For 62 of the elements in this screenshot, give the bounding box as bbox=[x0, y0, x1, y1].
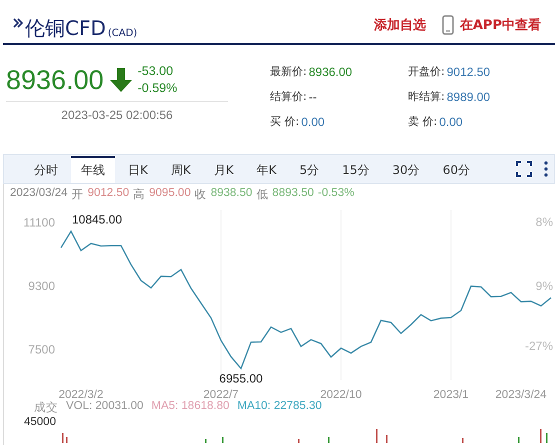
quote-time: 2023-03-25 02:00:56 bbox=[60, 108, 174, 122]
field-value: 9012.50 bbox=[446, 64, 490, 78]
x-axis-label: 2022/7 bbox=[203, 389, 239, 400]
period-tab[interactable]: 15分 bbox=[332, 156, 380, 183]
field-value: 8936.00 bbox=[308, 64, 352, 78]
summary-text: 2023/03/24 bbox=[10, 187, 68, 201]
summary-text: 低 bbox=[256, 188, 268, 203]
summary-text: 收 bbox=[194, 188, 207, 203]
percent-axis-label: 9% bbox=[536, 279, 553, 293]
summary-text: -0.53% bbox=[318, 187, 354, 201]
x-axis-label: 2023/3/24 bbox=[495, 389, 547, 400]
field-label: 结算价: bbox=[270, 89, 307, 104]
y-axis-label: 11100 bbox=[23, 215, 55, 230]
field-label: 昨结算: bbox=[408, 89, 445, 104]
period-tab[interactable]: 5分 bbox=[290, 156, 330, 183]
field-value: -- bbox=[308, 90, 317, 104]
summary-text: 高 bbox=[133, 187, 146, 203]
header-link[interactable]: 在APP中查看 bbox=[460, 16, 541, 34]
x-axis-label: 2022/10 bbox=[320, 389, 362, 400]
phone-icon bbox=[442, 15, 454, 35]
ma10-value: MA10: 22785.30 bbox=[237, 400, 322, 414]
period-tab[interactable]: 年K bbox=[246, 156, 286, 183]
x-axis-label: 2023/1 bbox=[433, 389, 469, 400]
field-label: 买 价: bbox=[270, 114, 300, 129]
volume-axis-label: 45000 bbox=[23, 415, 57, 429]
y-axis-label: 7500 bbox=[28, 342, 55, 356]
header-link[interactable]: 添加自选 bbox=[374, 16, 426, 34]
last-price: 8936.00 bbox=[6, 64, 104, 96]
field-label: 最新价: bbox=[270, 64, 307, 79]
extreme-price-label: 10845.00 bbox=[72, 212, 122, 226]
period-tab[interactable]: 30分 bbox=[382, 156, 430, 183]
summary-text: 8893.50 bbox=[272, 187, 314, 201]
summary-text: 9095.00 bbox=[149, 187, 191, 201]
period-tab[interactable]: 月K bbox=[204, 156, 244, 183]
ma5-value: MA5: 18618.80 bbox=[151, 400, 230, 414]
double-chevron-icon bbox=[13, 18, 23, 28]
x-axis-label: 2022/3/2 bbox=[58, 389, 104, 400]
field-label: 卖 价: bbox=[408, 114, 438, 129]
period-tab[interactable]: 周K bbox=[160, 156, 201, 183]
period-tab[interactable]: 年线 bbox=[71, 156, 115, 183]
fullscreen-icon[interactable] bbox=[516, 161, 532, 177]
field-value: 0.00 bbox=[439, 114, 463, 128]
percent-axis-label: -27% bbox=[524, 339, 553, 353]
period-tab[interactable]: 60分 bbox=[432, 156, 480, 183]
field-value: 8989.00 bbox=[446, 90, 490, 104]
instrument-title: 伦铜CFD bbox=[25, 16, 106, 40]
field-value: 0.00 bbox=[301, 114, 325, 128]
percent-change: -0.59% bbox=[138, 80, 178, 97]
summary-text: 9012.50 bbox=[88, 187, 130, 201]
y-axis-label: 9300 bbox=[28, 278, 55, 293]
instrument-code: (CAD) bbox=[108, 28, 138, 39]
summary-text: 8938.50 bbox=[210, 187, 252, 201]
price-change: -53.00 bbox=[138, 62, 174, 80]
more-icon[interactable] bbox=[544, 161, 548, 177]
percent-axis-label: 8% bbox=[536, 215, 553, 229]
extreme-price-label: 6955.00 bbox=[219, 371, 263, 386]
field-label: 开盘价: bbox=[408, 64, 445, 79]
summary-text: 开 bbox=[72, 188, 84, 203]
volume-value: VOL: 20031.00 bbox=[66, 400, 144, 414]
volume-title: 成交 bbox=[34, 400, 58, 415]
period-tab[interactable]: 分时 bbox=[24, 156, 68, 183]
period-tab[interactable]: 日K bbox=[118, 156, 158, 183]
